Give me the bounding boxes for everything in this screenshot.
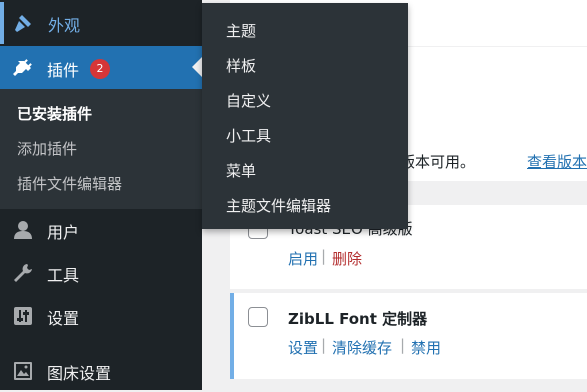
submenu-installed-plugins[interactable]: 已安装插件 [17, 103, 92, 124]
image-icon [12, 361, 34, 381]
plug-icon [12, 57, 34, 77]
plugin-title: ZibLL Font 定制器 [288, 310, 428, 328]
admin-sidebar: 外观 插件 2 已安装插件 添加插件 插件文件编辑器 用户 工具 设置 图床设置 [0, 0, 202, 390]
plugin-row-zibll: ZibLL Font 定制器 设置 | 清除缓存 | 禁用 [230, 293, 587, 379]
clear-cache-link[interactable]: 清除缓存 [332, 337, 392, 358]
wrench-icon [12, 263, 34, 283]
flyout-item-themes[interactable]: 主题 [226, 20, 256, 41]
sidebar-item-label: 图床设置 [47, 364, 112, 383]
submenu-add-plugin[interactable]: 添加插件 [17, 138, 77, 159]
deactivate-link[interactable]: 禁用 [411, 337, 441, 358]
flyout-item-patterns[interactable]: 样板 [226, 55, 256, 76]
user-icon [12, 220, 34, 240]
activate-link[interactable]: 启用 [288, 248, 318, 269]
sliders-icon [12, 306, 34, 326]
sidebar-item-image-hosting[interactable]: 图床设置 [0, 350, 202, 392]
flyout-item-theme-editor[interactable]: 主题文件编辑器 [226, 195, 331, 216]
appearance-flyout-menu: 主题 样板 自定义 小工具 菜单 主题文件编辑器 [202, 3, 408, 229]
flyout-item-customize[interactable]: 自定义 [226, 90, 271, 111]
sidebar-item-tools[interactable]: 工具 [0, 252, 202, 294]
sidebar-item-label: 设置 [47, 309, 80, 328]
sidebar-item-label: 外观 [48, 16, 81, 35]
view-version-link[interactable]: 查看版本 [527, 151, 587, 172]
sidebar-item-users[interactable]: 用户 [0, 209, 202, 251]
submenu-plugin-editor[interactable]: 插件文件编辑器 [17, 173, 122, 194]
sidebar-item-appearance[interactable]: 外观 [0, 2, 202, 44]
action-separator: | [321, 247, 327, 265]
sidebar-item-label: 用户 [47, 223, 80, 242]
sidebar-item-label: 工具 [47, 266, 80, 285]
plugins-submenu: 已安装插件 添加插件 插件文件编辑器 [0, 89, 202, 209]
sidebar-item-settings[interactable]: 设置 [0, 295, 202, 337]
update-count-badge: 2 [90, 59, 110, 79]
sidebar-item-label: 插件 [47, 61, 80, 80]
action-separator: | [400, 336, 406, 354]
flyout-item-menus[interactable]: 菜单 [226, 160, 256, 181]
settings-link[interactable]: 设置 [288, 337, 318, 358]
plugin-checkbox[interactable] [248, 307, 268, 327]
flyout-item-widgets[interactable]: 小工具 [226, 125, 271, 146]
action-separator: | [321, 336, 327, 354]
brush-icon [13, 13, 35, 33]
sidebar-item-plugins[interactable]: 插件 2 [0, 46, 202, 89]
current-menu-arrow [192, 57, 202, 77]
delete-link[interactable]: 删除 [332, 248, 362, 269]
